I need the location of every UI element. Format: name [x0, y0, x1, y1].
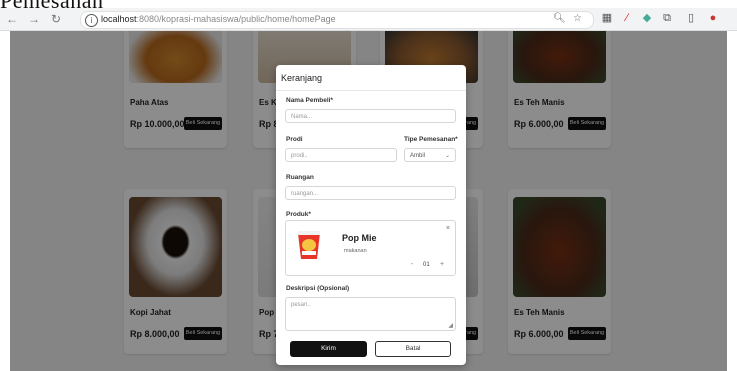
chevron-down-icon: ⌄ — [444, 153, 450, 159]
tipe-value: Ambil — [410, 153, 426, 159]
product-category: makanan — [344, 248, 367, 254]
extension-icon[interactable]: ▦ — [600, 11, 614, 25]
modal-title: Keranjang — [281, 73, 323, 83]
tipe-label: Tipe Pemesanan* — [404, 136, 458, 143]
modal-divider — [276, 90, 466, 91]
deskripsi-label: Deskripsi (Opsional) — [286, 285, 350, 292]
reload-icon[interactable]: ↻ — [48, 11, 64, 27]
plus-icon[interactable]: + — [440, 261, 444, 268]
ruangan-input[interactable]: ruangan... — [285, 186, 456, 200]
cart-product-item: Pop Mie makanan × - 01 + — [285, 220, 456, 276]
zoom-icon[interactable]: 🔍︎ — [553, 13, 566, 24]
nama-label: Nama Pembeli* — [286, 97, 333, 104]
ruangan-label: Ruangan — [286, 174, 314, 181]
sidebar-icon[interactable]: ▯ — [684, 11, 698, 25]
close-icon[interactable]: × — [446, 225, 450, 232]
tipe-select[interactable]: Ambil ⌄ — [404, 148, 456, 162]
color-icon[interactable]: ◆ — [640, 11, 654, 25]
pop-mie-image — [298, 231, 320, 259]
pen-icon[interactable]: ∕ — [620, 11, 634, 25]
puzzle-icon[interactable]: ⧉ — [660, 11, 674, 25]
quantity-value[interactable]: 01 — [423, 262, 430, 268]
star-icon[interactable]: ☆ — [573, 13, 582, 24]
browser-toolbar: ← → ↻ i localhost:8080/koprasi-mahasiswa… — [0, 8, 737, 31]
prodi-input[interactable]: prodi.. — [285, 148, 397, 162]
cart-modal: Keranjang Nama Pembeli* Nama... Prodi pr… — [276, 65, 466, 365]
product-name: Pop Mie — [342, 233, 377, 243]
deskripsi-textarea[interactable]: pesan.. ◢ — [285, 297, 456, 331]
minus-icon[interactable]: - — [411, 261, 413, 268]
address-bar[interactable]: i localhost:8080/koprasi-mahasiswa/publi… — [80, 11, 594, 29]
nama-input[interactable]: Nama... — [285, 109, 456, 123]
produk-label: Produk* — [286, 211, 311, 218]
prodi-label: Prodi — [286, 136, 303, 143]
resize-handle-icon[interactable]: ◢ — [448, 322, 453, 329]
forward-icon[interactable]: → — [26, 11, 42, 27]
profile-icon[interactable]: ● — [706, 11, 720, 25]
site-info-icon[interactable]: i — [85, 14, 98, 27]
back-icon[interactable]: ← — [4, 11, 20, 27]
deskripsi-placeholder: pesan.. — [291, 302, 311, 308]
submit-button[interactable]: Kirim — [290, 341, 367, 357]
url-text: localhost:8080/koprasi-mahasiswa/public/… — [101, 14, 336, 24]
cancel-button[interactable]: Batal — [375, 341, 451, 357]
